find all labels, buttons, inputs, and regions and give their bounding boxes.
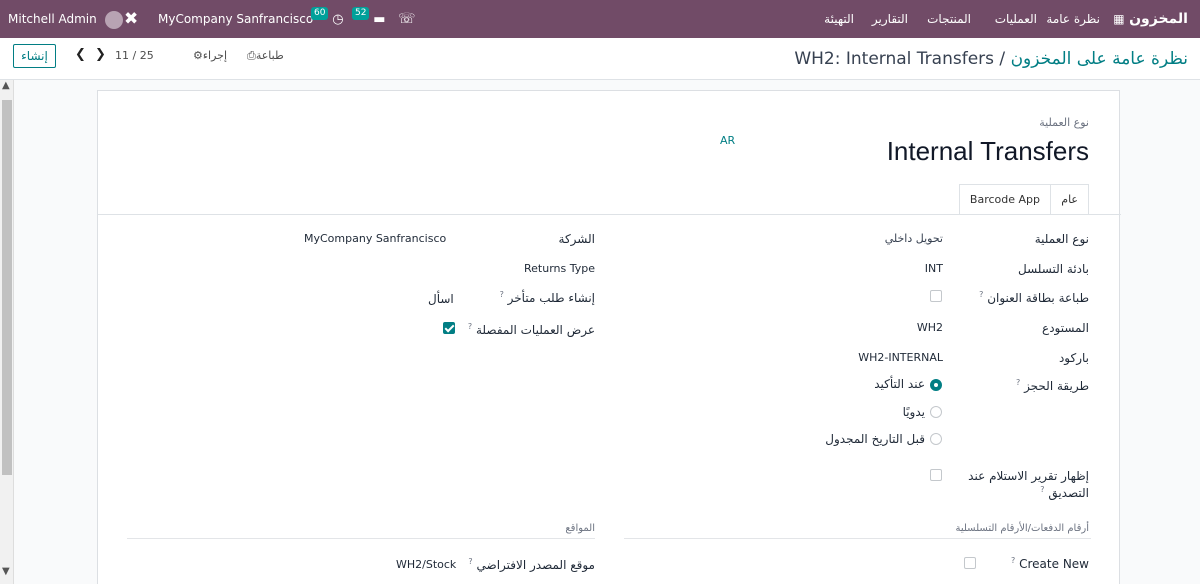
scroll-down-icon[interactable]: ▼ <box>2 566 10 577</box>
action-menu[interactable]: ⚙إجراء <box>193 49 227 62</box>
print-label-text: طباعة بطاقة العنوان <box>987 291 1089 305</box>
field-label-default-source: موقع المصدر الافتراضي ? <box>468 557 596 572</box>
activity-count-badge: 60 <box>311 7 329 20</box>
help-tooltip-icon[interactable]: ? <box>468 322 472 331</box>
apps-grid-icon[interactable]: ▦ <box>1113 12 1124 26</box>
create-new-label-text: Create New <box>1019 557 1089 571</box>
menu-overview[interactable]: نظرة عامة <box>1046 0 1100 38</box>
menu-reporting[interactable]: التقارير <box>872 0 908 38</box>
breadcrumb-parent-link[interactable]: نظرة عامة على المخزون <box>1011 49 1188 69</box>
breadcrumb-separator: / <box>994 49 1011 69</box>
print-label: طباعة <box>255 49 284 62</box>
print-label-checkbox[interactable] <box>930 290 942 302</box>
default-source-label-text: موقع المصدر الافتراضي <box>476 558 596 572</box>
field-label-print-label: طباعة بطاقة العنوان ? <box>979 290 1089 305</box>
language-badge[interactable]: AR <box>720 134 735 147</box>
field-label-barcode: باركود <box>1058 351 1089 365</box>
field-barcode[interactable]: WH2-INTERNAL <box>858 351 943 364</box>
debug-tools-icon[interactable]: ✖ <box>124 0 138 38</box>
breadcrumb: WH2: Internal Transfers / نظرة عامة على … <box>794 49 1188 69</box>
tab-barcode-app[interactable]: Barcode App <box>958 184 1051 215</box>
field-warehouse[interactable]: WH2 <box>917 321 943 334</box>
top-navbar: ▦ المخزون نظرة عامة العمليات المنتجات ال… <box>0 0 1200 38</box>
field-label-create-new: ? Create New <box>1011 556 1089 571</box>
field-label-operation-type: نوع العملية <box>1034 232 1089 246</box>
section-title-locations: المواقع <box>565 523 595 534</box>
menu-operations[interactable]: العمليات <box>995 0 1037 38</box>
section-divider-locations <box>127 538 595 539</box>
vertical-scrollbar[interactable]: ▲ ▼ <box>0 80 14 584</box>
form-sheet: نوع العملية Internal Transfers AR عام Ba… <box>97 90 1121 584</box>
reservation-option-before-scheduled[interactable]: قبل التاريخ المجدول <box>825 432 925 446</box>
breadcrumb-current: WH2: Internal Transfers <box>794 49 995 69</box>
help-tooltip-icon[interactable]: ? <box>1040 485 1044 494</box>
reservation-label-text: طريقة الحجز <box>1024 379 1089 393</box>
field-label-receipt-report-2: التصديق ? <box>1040 485 1089 500</box>
field-label-sequence-prefix: بادئة التسلسل <box>1017 262 1089 276</box>
create-button[interactable]: إنشاء <box>13 44 56 68</box>
reservation-radio-before-scheduled[interactable] <box>930 433 942 445</box>
tabs-divider <box>98 214 1121 215</box>
help-tooltip-icon[interactable]: ? <box>979 290 983 299</box>
section-divider-lots <box>624 538 1091 539</box>
section-title-lots: أرقام الدفعات/الأرقام التسلسلية <box>955 523 1089 534</box>
field-label-company: الشركة <box>558 232 595 246</box>
print-menu[interactable]: ⎙طباعة <box>247 49 284 63</box>
avatar[interactable] <box>104 10 123 29</box>
control-panel: إنشاء ❮ ❯ 11 / 25 ⚙إجراء ⎙طباعة WH2: Int… <box>0 38 1200 80</box>
scroll-up-icon[interactable]: ▲ <box>2 80 10 91</box>
field-label-detailed-operations: عرض العمليات المفصلة ? <box>466 322 595 337</box>
backorder-label-text: إنشاء طلب متأخر <box>507 291 595 305</box>
reservation-option-at-confirmation[interactable]: عند التأكيد <box>874 377 925 391</box>
messaging-button[interactable]: 52 ▬ <box>352 0 386 38</box>
phone-icon[interactable]: ☏ <box>398 0 416 38</box>
help-tooltip-icon[interactable]: ? <box>500 290 504 299</box>
reservation-radio-at-confirmation[interactable] <box>930 379 942 391</box>
gear-icon: ⚙ <box>193 49 203 62</box>
field-label-backorder: إنشاء طلب متأخر ? <box>478 290 595 305</box>
reservation-radio-manual[interactable] <box>930 406 942 418</box>
menu-configuration[interactable]: التهيئة <box>824 0 854 38</box>
menu-products[interactable]: المنتجات <box>927 0 971 38</box>
create-new-checkbox[interactable] <box>964 557 976 569</box>
activity-button[interactable]: 60 ◷ <box>311 0 344 38</box>
record-title[interactable]: Internal Transfers <box>887 136 1089 167</box>
user-menu[interactable]: Mitchell Admin <box>8 0 123 38</box>
help-tooltip-icon[interactable]: ? <box>468 557 472 566</box>
printer-icon: ⎙ <box>247 49 256 62</box>
operation-type-caption: نوع العملية <box>1039 116 1089 129</box>
field-backorder[interactable]: اسأل <box>428 292 454 306</box>
field-label-returns-type: Returns Type <box>524 262 595 275</box>
receipt-report-checkbox[interactable] <box>930 469 942 481</box>
reservation-option-manual[interactable]: يدويًا <box>903 405 925 419</box>
field-operation-type[interactable]: تحويل داخلي <box>885 232 943 245</box>
action-label: إجراء <box>202 49 228 62</box>
tab-general[interactable]: عام <box>1050 184 1089 215</box>
field-default-source[interactable]: WH2/Stock <box>396 558 456 571</box>
field-company[interactable]: MyCompany Sanfrancisco <box>304 232 446 245</box>
field-label-receipt-report: إظهار تقرير الاستلام عند <box>968 469 1089 483</box>
help-tooltip-icon[interactable]: ? <box>1011 556 1015 565</box>
detailed-operations-checkbox[interactable] <box>443 322 455 334</box>
pager-prev-icon[interactable]: ❮ <box>75 47 86 62</box>
apps-menu[interactable]: ▦ المخزون <box>1113 0 1188 38</box>
field-label-reservation-method: طريقة الحجز ? <box>1016 378 1089 393</box>
pager-value[interactable]: 11 / 25 <box>115 49 154 62</box>
help-tooltip-icon[interactable]: ? <box>1016 378 1020 387</box>
user-name[interactable]: Mitchell Admin <box>8 12 97 26</box>
app-name[interactable]: المخزون <box>1129 11 1188 27</box>
chat-icon: ▬ <box>373 12 386 27</box>
clock-icon: ◷ <box>332 12 344 27</box>
scrollbar-thumb[interactable] <box>2 100 12 475</box>
receipt-report-label-text: التصديق <box>1048 486 1089 500</box>
message-count-badge: 52 <box>352 7 370 20</box>
detailed-operations-label-text: عرض العمليات المفصلة <box>476 323 595 337</box>
company-switcher[interactable]: MyCompany Sanfrancisco <box>158 0 313 38</box>
pager-next-icon[interactable]: ❯ <box>95 47 106 62</box>
field-sequence-prefix[interactable]: INT <box>925 262 943 275</box>
field-label-warehouse: المستودع <box>1042 321 1089 335</box>
